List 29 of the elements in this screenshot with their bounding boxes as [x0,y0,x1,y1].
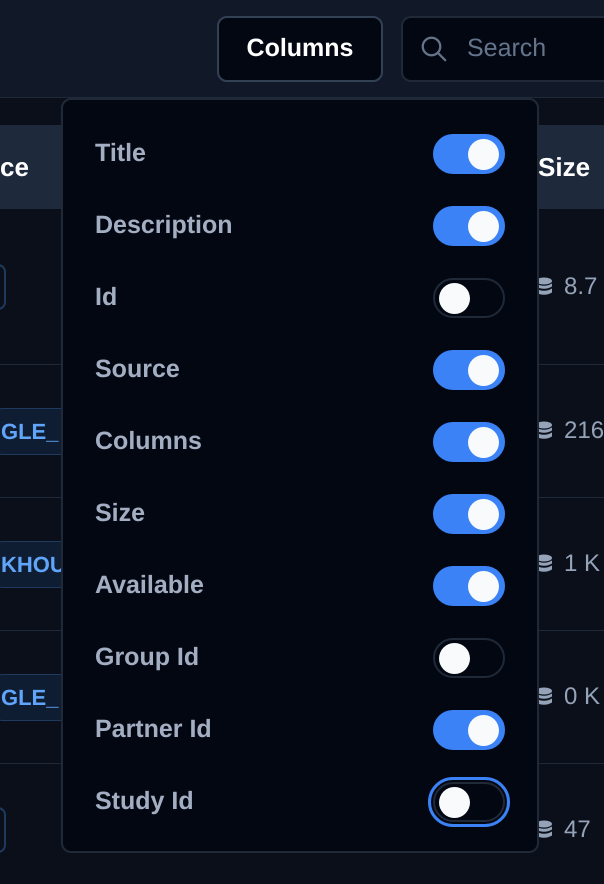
toggle-switch[interactable] [433,278,505,318]
toggle-switch[interactable] [433,134,505,174]
column-label: Id [95,282,118,314]
column-label: Columns [95,426,202,458]
column-label: Available [95,570,204,602]
toggle-switch[interactable] [433,566,505,606]
column-label: Title [95,138,146,170]
size-value: 0 K [564,682,600,712]
toggle-switch[interactable] [433,422,505,462]
search-icon [419,34,449,64]
column-header: ce [0,150,29,184]
column-label: Study Id [95,786,194,818]
column-label: Description [95,210,233,242]
toggle-switch[interactable] [433,494,505,534]
column-header: Size [538,150,592,184]
size-value: 47 [564,815,591,845]
toggle-switch[interactable] [433,710,505,750]
search-field[interactable]: Search [401,16,604,82]
size-value: 8.7 [564,272,598,302]
toggle-switch[interactable] [433,350,505,390]
column-label: Partner Id [95,714,212,746]
size-value: 1 K [564,549,600,579]
column-label: Group Id [95,642,200,674]
toggle-switch[interactable] [433,206,505,246]
toggle-switch[interactable] [433,638,505,678]
columns-button[interactable]: Columns [217,16,383,82]
size-value: 216 [564,416,604,446]
column-label: Source [95,354,180,386]
column-label: Size [95,498,146,530]
